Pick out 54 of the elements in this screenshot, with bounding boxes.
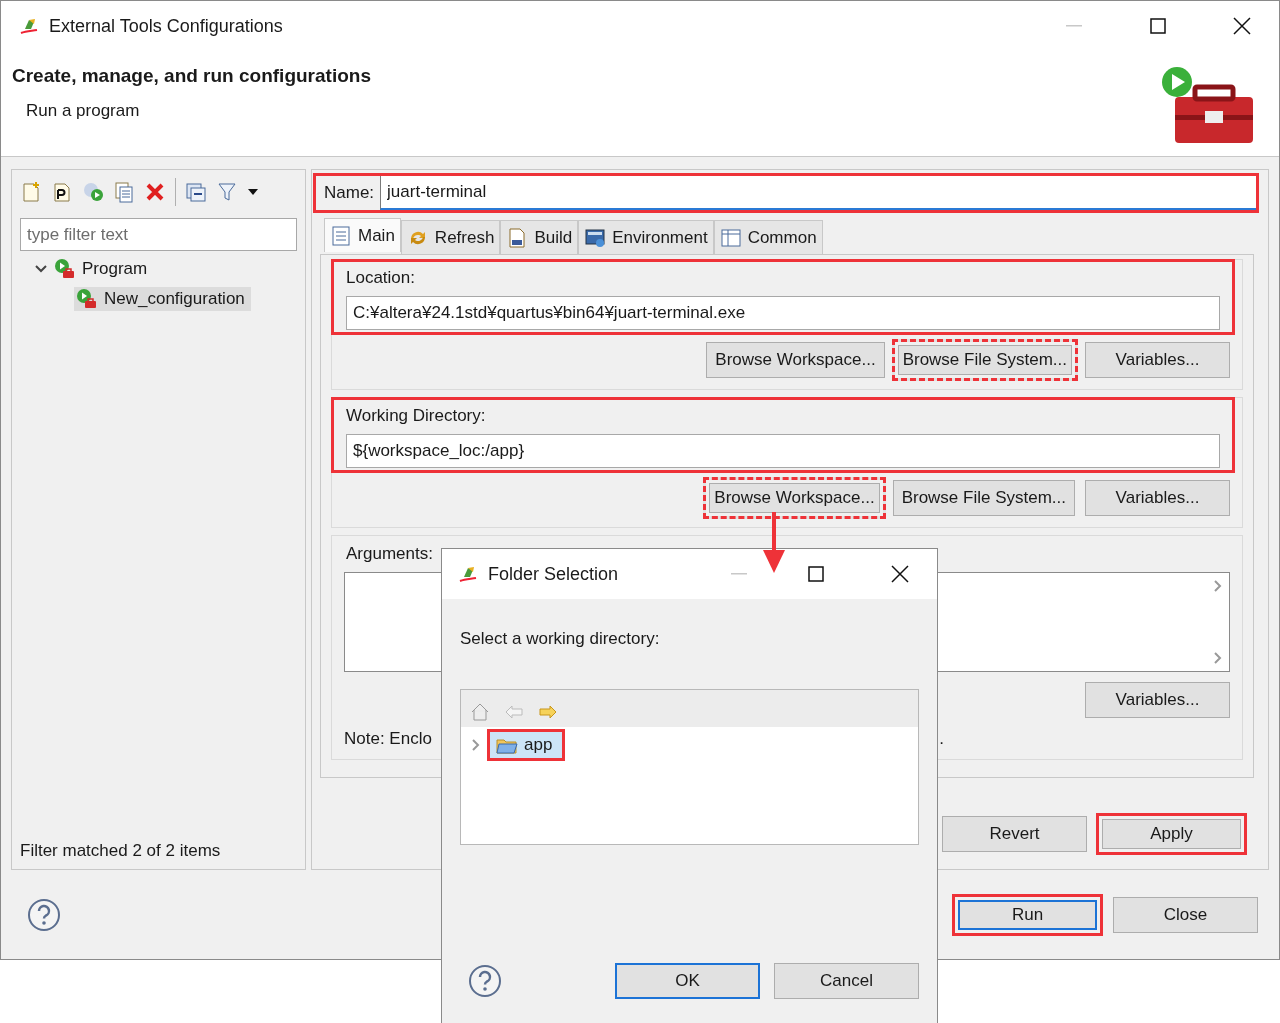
header-subtitle: Run a program (26, 101, 141, 121)
revert-button[interactable]: Revert (942, 816, 1087, 852)
folder-item[interactable]: app (487, 729, 566, 761)
browse-button[interactable]: Variables... (1085, 342, 1230, 378)
close-button[interactable]: Close (1113, 896, 1258, 933)
run-toolbox-icon (76, 288, 98, 310)
tab[interactable]: Build (500, 220, 579, 254)
cancel-button[interactable]: Cancel (774, 963, 919, 999)
run-toolbox-icon (54, 258, 76, 280)
filter-status: Filter matched 2 of 2 items (19, 841, 222, 862)
monitor-icon (584, 226, 607, 249)
filter-icon[interactable] (216, 181, 238, 203)
browse-button[interactable]: Browse Workspace... (703, 477, 886, 519)
copy-icon[interactable] (113, 181, 135, 203)
ok-button[interactable]: OK (615, 963, 760, 999)
tab[interactable]: Refresh (400, 220, 501, 254)
collapse-all-icon[interactable] (185, 181, 207, 203)
filter-field[interactable]: type filter text (20, 218, 297, 251)
name-field[interactable]: juart-terminal (380, 176, 1256, 210)
help-icon[interactable] (468, 964, 502, 998)
run-button[interactable]: Run (952, 893, 1103, 936)
note-text: Note: Enclo (344, 729, 432, 749)
group-label: Location: (346, 267, 416, 289)
group-label: Working Directory: (346, 405, 487, 427)
globe-run-icon[interactable] (82, 181, 104, 203)
browse-button[interactable]: Variables... (1085, 480, 1230, 516)
browse-button[interactable]: Browse Workspace... (706, 342, 885, 378)
document-icon (330, 224, 352, 247)
app-logo-icon (458, 565, 478, 583)
tab[interactable]: Main (324, 218, 401, 252)
new-prototype-icon[interactable] (51, 181, 73, 203)
dialog-title: Folder Selection (488, 563, 620, 585)
variables-button[interactable]: Variables... (1085, 682, 1230, 718)
path-field[interactable]: ${workspace_loc:/app} (346, 434, 1220, 468)
browse-button[interactable]: Browse File System... (891, 339, 1078, 381)
header-title: Create, manage, and run configurations (12, 65, 371, 87)
tree-item[interactable]: New_configuration (74, 287, 251, 311)
tab[interactable]: Environment (578, 220, 714, 254)
callout-arrow (761, 512, 787, 574)
dialog-prompt: Select a working directory: (460, 629, 661, 649)
new-document-icon[interactable] (20, 181, 42, 203)
delete-icon[interactable] (144, 181, 166, 203)
group-label: Arguments: (346, 543, 434, 565)
apply-button[interactable]: Apply (1096, 813, 1247, 855)
help-icon[interactable] (27, 897, 61, 932)
tree-item[interactable]: Program (32, 257, 154, 281)
tab[interactable]: Common (713, 220, 823, 254)
table-icon (719, 226, 742, 249)
browse-button[interactable]: Browse File System... (892, 480, 1075, 516)
path-field[interactable]: C:¥altera¥24.1std¥quartus¥bin64¥juart-terminal.exe (346, 296, 1220, 330)
window-title: External Tools Configurations (49, 15, 284, 37)
note-text: . (939, 729, 944, 749)
app-logo-icon (19, 17, 39, 35)
name-label: Name: (323, 183, 375, 203)
